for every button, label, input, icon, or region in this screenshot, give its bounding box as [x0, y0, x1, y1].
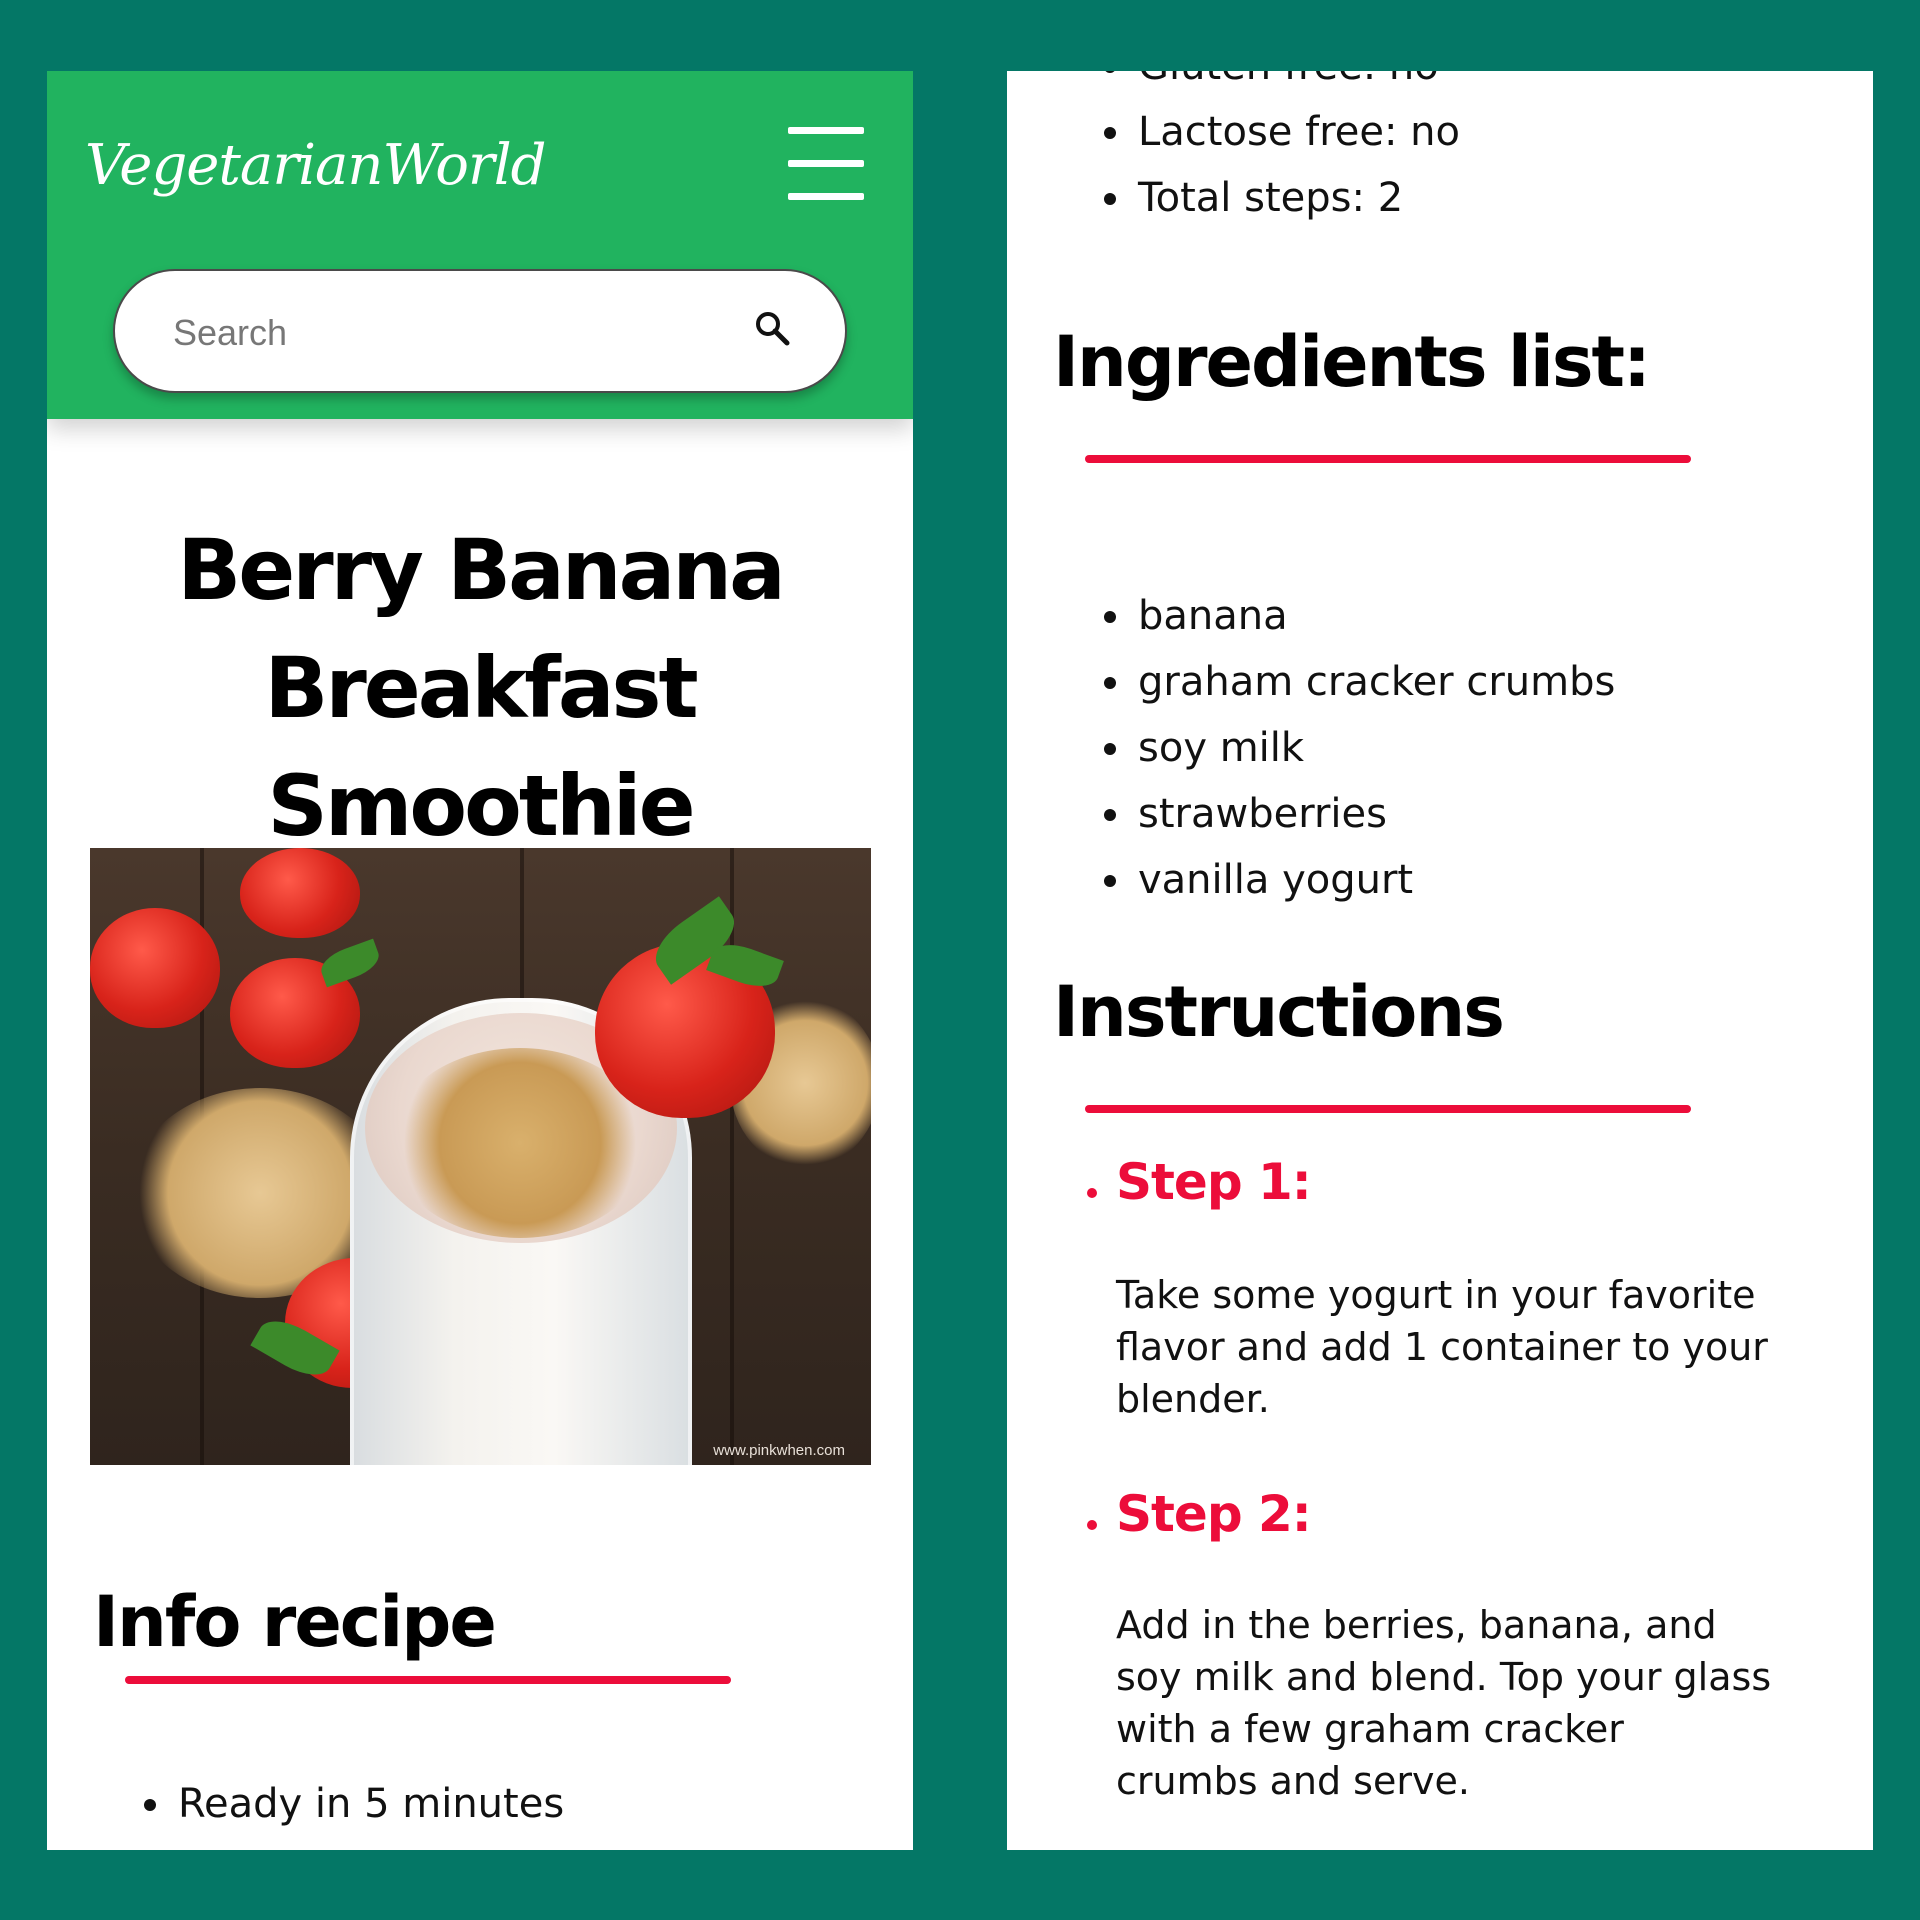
info-divider [125, 1676, 731, 1684]
info-list-continued: Gluten free: no Lactose free: no Total s… [1098, 71, 1460, 231]
recipe-photo: www.pinkwhen.com [90, 848, 871, 1465]
step-1-text: Take some yogurt in your favorite flavor… [1116, 1273, 1768, 1421]
ingredients-divider [1085, 455, 1691, 463]
ingredient-item: strawberries [1098, 781, 1615, 847]
app-header: VegetarianWorld [47, 71, 913, 419]
hamburger-menu-icon[interactable] [788, 127, 866, 201]
list-item: Ready in 5 minutes [138, 1771, 564, 1837]
search-input[interactable] [171, 305, 715, 361]
image-watermark: www.pinkwhen.com [713, 1442, 845, 1459]
site-logo[interactable]: VegetarianWorld [85, 133, 546, 198]
search-bar [113, 269, 847, 393]
ingredient-item: vanilla yogurt [1098, 847, 1615, 913]
instructions-heading: Instructions [1053, 971, 1505, 1053]
step-2-text: Add in the berries, banana, and soy milk… [1116, 1603, 1772, 1803]
ingredient-item: banana [1098, 583, 1615, 649]
ingredients-list: banana graham cracker crumbs soy milk st… [1098, 583, 1615, 913]
instructions-divider [1085, 1105, 1691, 1113]
step-bullet [1087, 1520, 1097, 1530]
info-recipe-heading: Info recipe [93, 1581, 497, 1663]
ingredients-heading: Ingredients list: [1053, 321, 1651, 403]
info-list: Ready in 5 minutes [138, 1771, 564, 1837]
step-1-label: Step 1: [1116, 1153, 1312, 1211]
recipe-title: Berry Banana Breakfast Smoothie [177, 521, 786, 855]
left-screen: VegetarianWorld Berry Banana Breakfast S… [47, 71, 913, 1850]
ingredient-item: graham cracker crumbs [1098, 649, 1615, 715]
search-icon[interactable] [753, 309, 793, 349]
right-screen: Gluten free: no Lactose free: no Total s… [1007, 71, 1873, 1850]
ingredient-item: soy milk [1098, 715, 1615, 781]
list-item: Lactose free: no [1098, 99, 1460, 165]
list-item: Gluten free: no [1098, 71, 1460, 99]
list-item: Total steps: 2 [1098, 165, 1460, 231]
step-bullet [1087, 1188, 1097, 1198]
step-2-label: Step 2: [1116, 1485, 1312, 1543]
